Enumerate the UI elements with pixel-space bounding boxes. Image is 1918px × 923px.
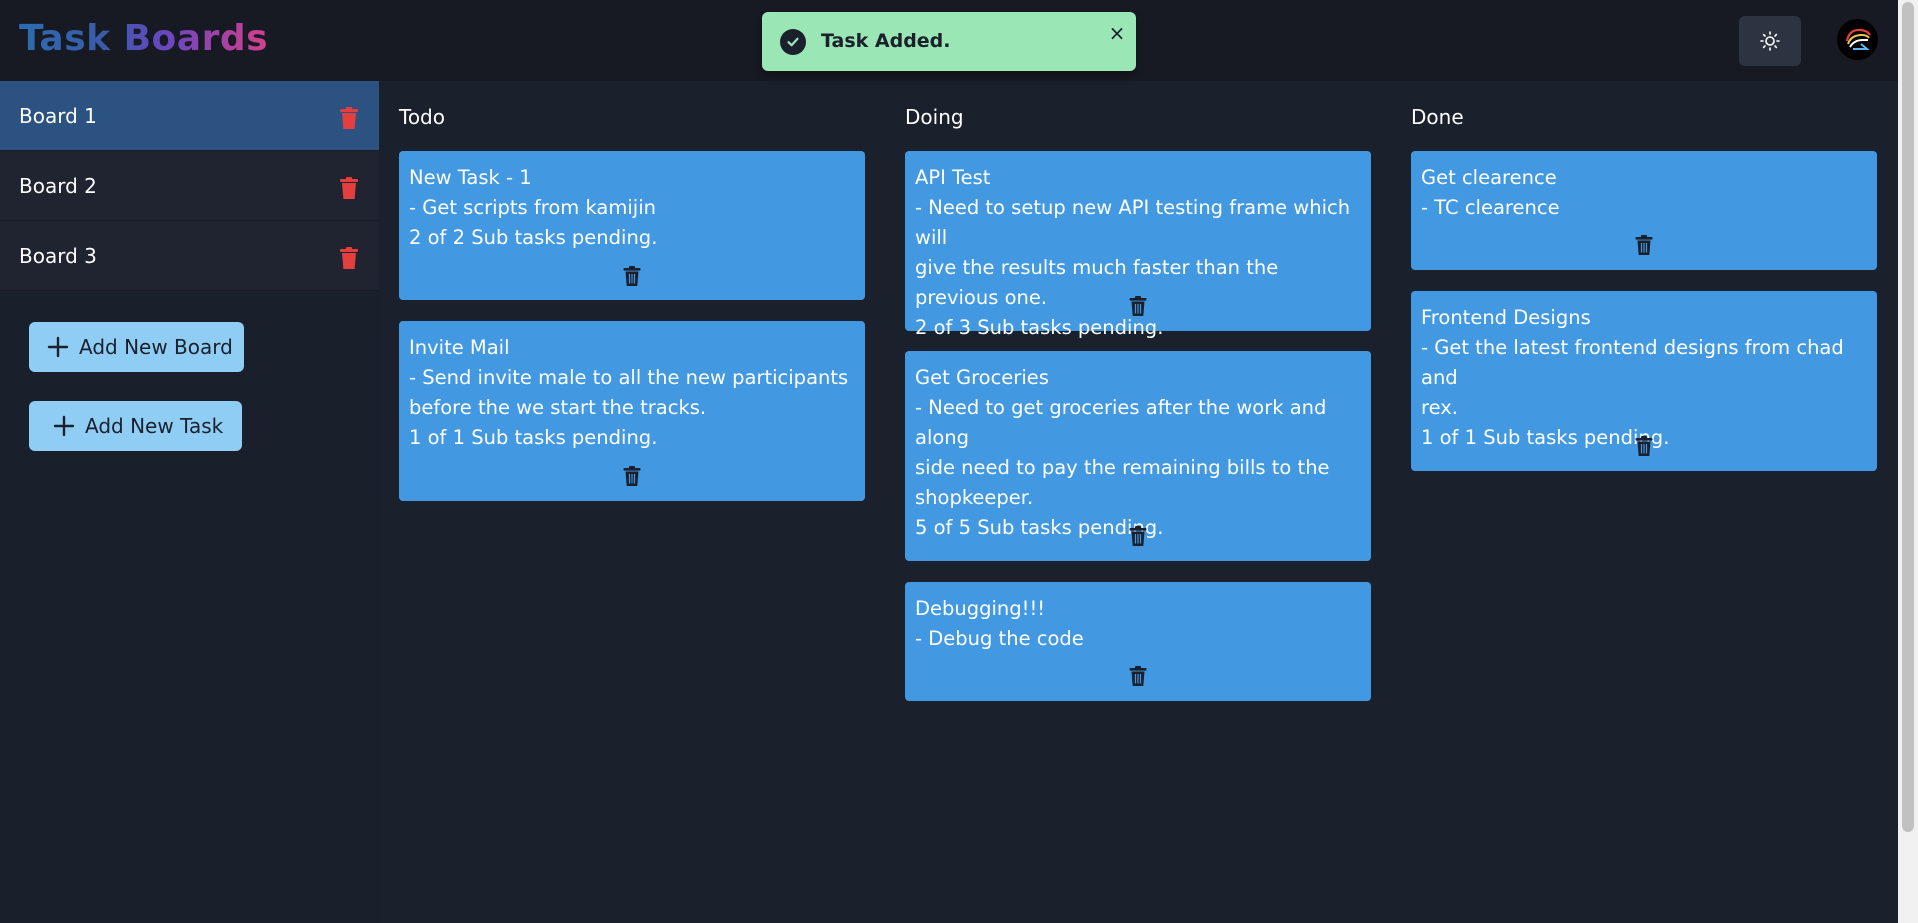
task-card[interactable]: API Test - Need to setup new API testing… bbox=[905, 151, 1371, 339]
task-title: Get clearence bbox=[1421, 166, 1557, 189]
trash-icon[interactable] bbox=[623, 266, 641, 286]
trash-icon[interactable] bbox=[1635, 436, 1653, 456]
task-title: Frontend Designs bbox=[1421, 306, 1591, 329]
task-description: - Send invite male to all the new partic… bbox=[409, 366, 849, 389]
sidebar-item-board-1[interactable]: Board 1 bbox=[0, 81, 379, 151]
task-description: rex. bbox=[1421, 396, 1458, 419]
column-title-todo: Todo bbox=[399, 105, 445, 129]
add-new-task-label: Add New Task bbox=[85, 414, 224, 438]
app-logo: Task Boards bbox=[19, 18, 269, 59]
trash-icon[interactable] bbox=[1129, 666, 1147, 686]
task-card[interactable]: Get Groceries - Need to get groceries af… bbox=[905, 351, 1371, 561]
trash-icon[interactable] bbox=[1129, 296, 1147, 316]
trash-icon[interactable] bbox=[1129, 526, 1147, 546]
trash-icon[interactable] bbox=[1635, 235, 1653, 255]
task-card[interactable]: New Task - 1 - Get scripts from kamijin … bbox=[399, 151, 865, 300]
sidebar: Board 1 Board 2 Board 3 Add New Board Ad… bbox=[0, 81, 379, 923]
trash-icon[interactable] bbox=[339, 177, 359, 199]
column-title-done: Done bbox=[1411, 105, 1464, 129]
task-card[interactable]: Debugging!!! - Debug the code bbox=[905, 582, 1371, 701]
task-subtask-status: 1 of 1 Sub tasks pending. bbox=[409, 426, 658, 449]
task-card[interactable]: Get clearence - TC clearence bbox=[1411, 151, 1877, 270]
user-avatar[interactable] bbox=[1837, 19, 1878, 60]
sidebar-item-board-3[interactable]: Board 3 bbox=[0, 221, 379, 291]
trash-icon[interactable] bbox=[339, 107, 359, 129]
task-card[interactable]: Invite Mail - Send invite male to all th… bbox=[399, 321, 865, 501]
task-subtask-status: 2 of 3 Sub tasks pending. bbox=[915, 316, 1164, 339]
plus-icon bbox=[53, 415, 75, 437]
task-title: New Task - 1 bbox=[409, 166, 532, 189]
sidebar-item-board-2[interactable]: Board 2 bbox=[0, 151, 379, 221]
close-icon[interactable]: × bbox=[1106, 21, 1128, 45]
check-circle-icon bbox=[780, 29, 806, 55]
task-title: API Test bbox=[915, 166, 991, 189]
avatar-logo-icon bbox=[1845, 28, 1871, 50]
task-description: shopkeeper. bbox=[915, 486, 1034, 509]
scrollbar-thumb[interactable] bbox=[1902, 2, 1914, 832]
task-title: Invite Mail bbox=[409, 336, 510, 359]
task-card[interactable]: Frontend Designs - Get the latest fronte… bbox=[1411, 291, 1877, 471]
task-description: - Get scripts from kamijin bbox=[409, 196, 656, 219]
add-new-board-label: Add New Board bbox=[79, 335, 233, 359]
column-title-doing: Doing bbox=[905, 105, 964, 129]
toast-message: Task Added. bbox=[821, 30, 951, 52]
task-description: - Debug the code bbox=[915, 627, 1084, 650]
plus-icon bbox=[47, 336, 69, 358]
task-description: - TC clearence bbox=[1421, 196, 1560, 219]
trash-icon[interactable] bbox=[623, 466, 641, 486]
task-description: - Get the latest frontend designs from c… bbox=[1421, 336, 1844, 389]
task-description: side need to pay the remaining bills to … bbox=[915, 456, 1330, 479]
sun-icon bbox=[1760, 31, 1780, 51]
task-description: - Need to get groceries after the work a… bbox=[915, 396, 1327, 449]
trash-icon[interactable] bbox=[339, 247, 359, 269]
board-label: Board 2 bbox=[19, 173, 97, 198]
vertical-scrollbar[interactable] bbox=[1898, 0, 1918, 923]
task-title: Get Groceries bbox=[915, 366, 1049, 389]
theme-toggle-button[interactable] bbox=[1739, 16, 1801, 66]
task-description: before the we start the tracks. bbox=[409, 396, 707, 419]
board-label: Board 1 bbox=[19, 103, 97, 128]
task-title: Debugging!!! bbox=[915, 597, 1046, 620]
board-label: Board 3 bbox=[19, 243, 97, 268]
success-toast: Task Added. × bbox=[762, 12, 1136, 71]
add-new-board-button[interactable]: Add New Board bbox=[29, 322, 244, 372]
task-subtask-status: 2 of 2 Sub tasks pending. bbox=[409, 226, 658, 249]
add-new-task-button[interactable]: Add New Task bbox=[29, 401, 242, 451]
task-description: - Need to setup new API testing frame wh… bbox=[915, 196, 1351, 249]
